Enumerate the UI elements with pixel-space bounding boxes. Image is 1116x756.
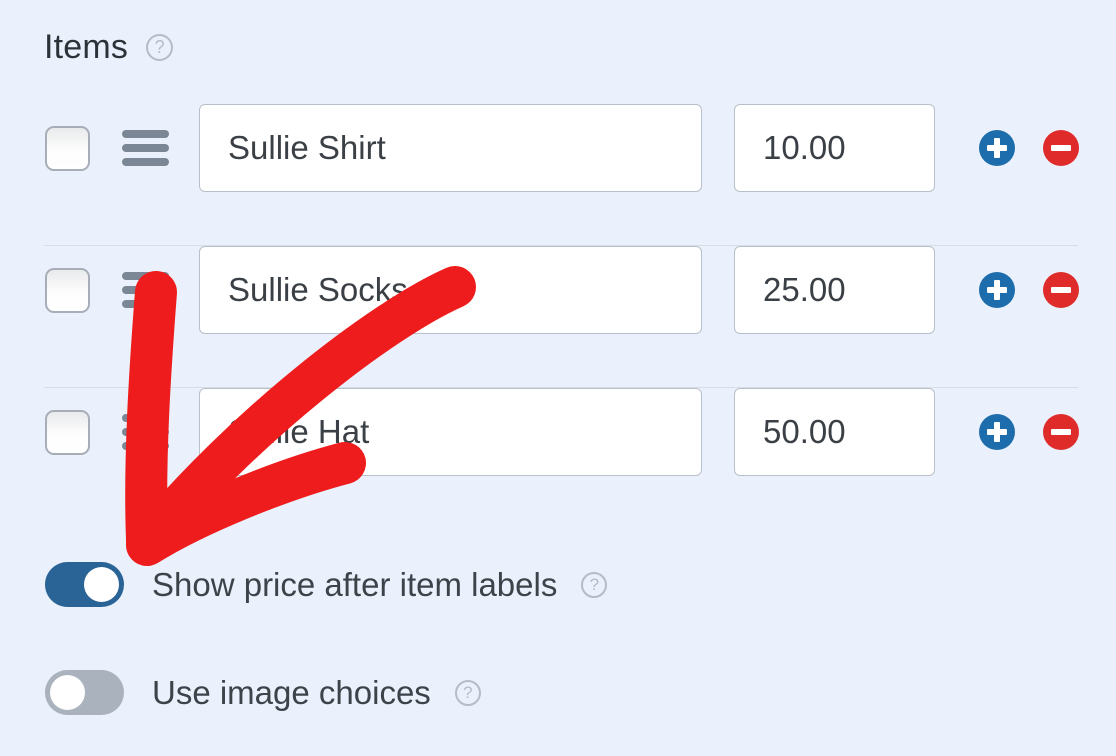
question-circle-icon[interactable]: ? (581, 571, 608, 598)
remove-item-button[interactable] (1043, 414, 1079, 450)
add-item-button[interactable] (979, 130, 1015, 166)
item-row (0, 246, 1116, 388)
item-row (0, 104, 1116, 246)
item-label-input[interactable] (199, 246, 702, 334)
item-label-input[interactable] (199, 104, 702, 192)
show-price-label: Show price after item labels (152, 565, 558, 603)
use-image-choices-setting: Use image choices ? (45, 670, 481, 715)
items-list (0, 104, 1116, 530)
row-action-buttons (979, 130, 1079, 166)
row-action-buttons (979, 414, 1079, 450)
drag-handle-icon[interactable] (122, 272, 169, 308)
question-circle-icon[interactable]: ? (146, 33, 174, 61)
question-circle-icon[interactable]: ? (454, 679, 481, 706)
item-default-checkbox[interactable] (45, 267, 90, 313)
item-price-input[interactable] (734, 246, 935, 334)
drag-handle-icon[interactable] (122, 414, 169, 450)
section-header: Items ? (44, 28, 174, 66)
add-item-button[interactable] (979, 414, 1015, 450)
toggle-knob (50, 675, 85, 710)
use-image-choices-label: Use image choices (152, 673, 431, 711)
page-title: Items (44, 28, 129, 66)
toggle-knob (84, 567, 119, 602)
show-price-setting: Show price after item labels ? (45, 562, 608, 607)
use-image-choices-toggle[interactable] (45, 670, 124, 715)
remove-item-button[interactable] (1043, 130, 1079, 166)
item-default-checkbox[interactable] (45, 409, 90, 455)
item-label-input[interactable] (199, 388, 702, 476)
drag-handle-icon[interactable] (122, 130, 169, 166)
item-default-checkbox[interactable] (45, 125, 90, 171)
item-row (0, 388, 1116, 530)
remove-item-button[interactable] (1043, 272, 1079, 308)
add-item-button[interactable] (979, 272, 1015, 308)
item-price-input[interactable] (734, 104, 935, 192)
items-settings-panel: Items ? Sullie Shirt 10.00 Sullie Socks … (0, 0, 1116, 756)
show-price-toggle[interactable] (45, 562, 124, 607)
row-action-buttons (979, 272, 1079, 308)
item-price-input[interactable] (734, 388, 935, 476)
